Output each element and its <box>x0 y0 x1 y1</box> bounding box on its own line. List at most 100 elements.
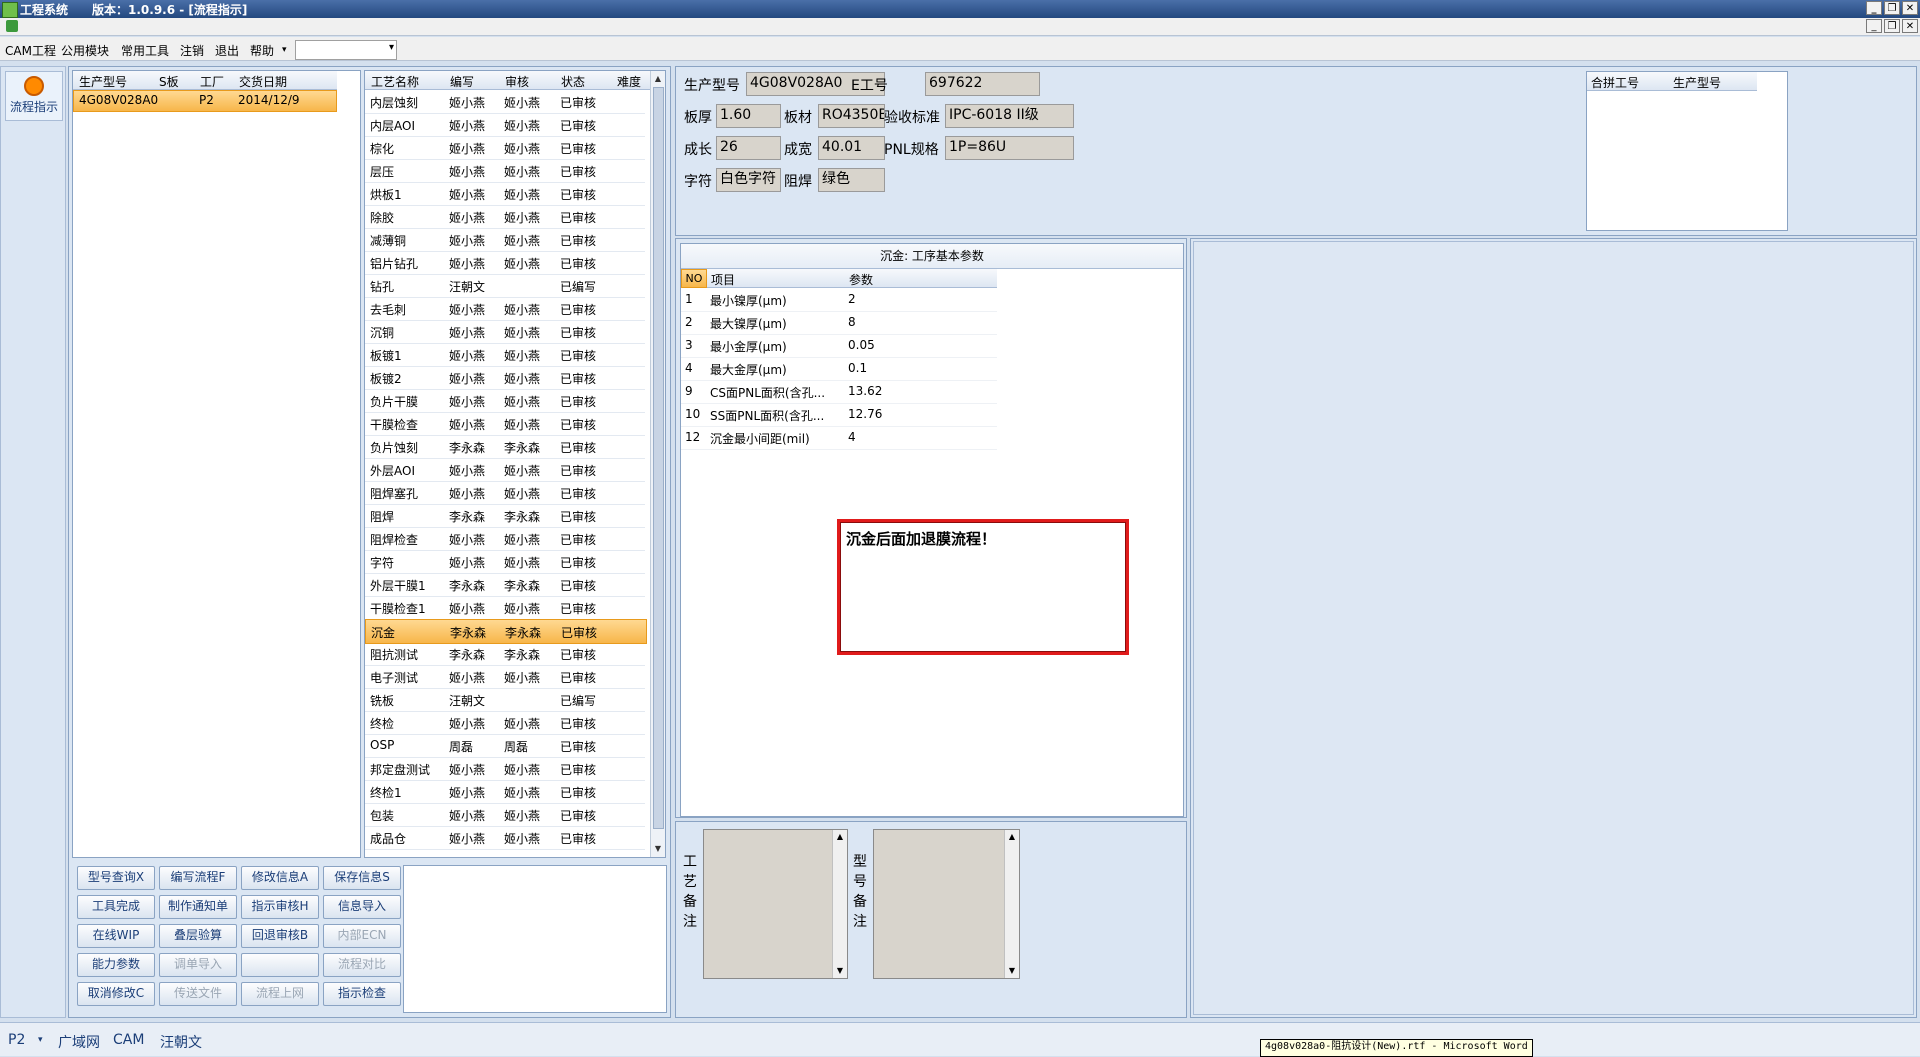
action-button[interactable]: 编写流程F <box>159 866 237 890</box>
process-row[interactable]: 终检 姬小燕 姬小燕 已审核 <box>365 711 645 735</box>
process-row[interactable]: 外层干膜1 李永森 李永森 已审核 <box>365 573 645 597</box>
process-row[interactable]: 邦定盘测试 姬小燕 姬小燕 已审核 <box>365 757 645 781</box>
menu-exit[interactable]: 退出 <box>215 42 239 59</box>
message-box[interactable] <box>403 865 667 1013</box>
scroll-up-icon[interactable]: ▲ <box>652 73 664 85</box>
menu-combo[interactable] <box>295 40 397 60</box>
scroll-up-icon[interactable]: ▲ <box>1006 831 1018 843</box>
action-button[interactable]: 传送文件 <box>159 982 237 1006</box>
process-row[interactable]: 干膜检查1 姬小燕 姬小燕 已审核 <box>365 596 645 620</box>
site-dropdown-icon[interactable]: ▾ <box>38 1035 43 1045</box>
process-row[interactable]: 沉铜 姬小燕 姬小燕 已审核 <box>365 320 645 344</box>
param-row[interactable]: 9 CS面PNL面积(含孔... 13.62 <box>681 380 997 404</box>
material-field[interactable]: RO4350B <box>818 104 885 128</box>
scroll-down-icon[interactable]: ▼ <box>1006 965 1018 977</box>
process-row[interactable]: 成品仓 姬小燕 姬小燕 已审核 <box>365 826 645 850</box>
action-button[interactable]: 工具完成 <box>77 895 155 919</box>
col-param[interactable]: 参数 <box>849 271 873 288</box>
action-button[interactable]: 信息导入 <box>323 895 401 919</box>
process-row[interactable]: 除胶 姬小燕 姬小燕 已审核 <box>365 205 645 229</box>
process-row[interactable]: 钻孔 汪朝文 已编写 <box>365 274 645 298</box>
process-row[interactable]: 阻抗测试 李永森 李永森 已审核 <box>365 642 645 666</box>
col-difficulty[interactable]: 难度 <box>617 73 641 90</box>
menu-logout[interactable]: 注销 <box>180 42 204 59</box>
process-row[interactable]: 沉金 李永森 李永森 已审核 <box>365 619 647 644</box>
col-no[interactable]: NO <box>681 269 707 288</box>
process-row[interactable]: 负片干膜 姬小燕 姬小燕 已审核 <box>365 389 645 413</box>
action-button[interactable]: 指示审核H <box>241 895 319 919</box>
process-row[interactable]: 包装 姬小燕 姬小燕 已审核 <box>365 803 645 827</box>
action-button[interactable]: 在线WIP <box>77 924 155 948</box>
action-button[interactable]: 流程上网 <box>241 982 319 1006</box>
process-row[interactable]: 棕化 姬小燕 姬小燕 已审核 <box>365 136 645 160</box>
col-writer[interactable]: 编写 <box>450 73 474 90</box>
thickness-field[interactable]: 1.60 <box>716 104 781 128</box>
close-button[interactable]: ✕ <box>1902 1 1918 15</box>
minimize-button[interactable]: _ <box>1866 1 1882 15</box>
standard-field[interactable]: IPC-6018 II级 <box>945 104 1074 128</box>
action-button[interactable]: 指示检查 <box>323 982 401 1006</box>
process-row[interactable]: OSP 周磊 周磊 已审核 <box>365 734 645 758</box>
process-row[interactable]: 外层AOI 姬小燕 姬小燕 已审核 <box>365 458 645 482</box>
param-row[interactable]: 10 SS面PNL面积(含孔... 12.76 <box>681 403 997 427</box>
process-row[interactable]: 电子测试 姬小燕 姬小燕 已审核 <box>365 665 645 689</box>
action-button[interactable]: 能力参数 <box>77 953 155 977</box>
silk-field[interactable]: 白色字符 <box>716 168 781 192</box>
action-button[interactable]: 取消修改C <box>77 982 155 1006</box>
col-status[interactable]: 状态 <box>561 73 585 90</box>
model-remark-scrollbar[interactable]: ▲ ▼ <box>1004 830 1019 978</box>
process-row[interactable]: 内层蚀刻 姬小燕 姬小燕 已审核 <box>365 90 645 114</box>
process-remark-field[interactable]: ▲ ▼ <box>703 829 848 979</box>
process-row[interactable]: 板镀1 姬小燕 姬小燕 已审核 <box>365 343 645 367</box>
child-close-button[interactable]: ✕ <box>1902 19 1918 33</box>
mask-field[interactable]: 绿色 <box>818 168 885 192</box>
process-row[interactable]: 干膜检查 姬小燕 姬小燕 已审核 <box>365 412 645 436</box>
job-row[interactable]: 4G08V028A0 P2 2014/12/9 <box>73 90 337 112</box>
process-row[interactable]: 阻焊塞孔 姬小燕 姬小燕 已审核 <box>365 481 645 505</box>
menu-help[interactable]: 帮助 <box>250 42 274 59</box>
col-reviewer[interactable]: 审核 <box>505 73 529 90</box>
col-merge-model[interactable]: 生产型号 <box>1673 74 1721 91</box>
col-model[interactable]: 生产型号 <box>79 73 127 90</box>
param-row[interactable]: 3 最小金厚(μm) 0.05 <box>681 334 997 358</box>
process-scrollbar[interactable]: ▲ ▼ <box>650 71 665 857</box>
eno-field[interactable]: 697622 <box>925 72 1040 96</box>
action-button[interactable] <box>241 953 319 977</box>
child-restore-button[interactable]: ❐ <box>1884 19 1900 33</box>
menu-cam[interactable]: CAM工程 <box>5 42 56 59</box>
col-process[interactable]: 工艺名称 <box>371 73 419 90</box>
process-row[interactable]: 层压 姬小燕 姬小燕 已审核 <box>365 159 645 183</box>
action-button[interactable]: 内部ECN <box>323 924 401 948</box>
process-row[interactable]: 烘板1 姬小燕 姬小燕 已审核 <box>365 182 645 206</box>
action-button[interactable]: 修改信息A <box>241 866 319 890</box>
action-button[interactable]: 保存信息S <box>323 866 401 890</box>
scroll-down-icon[interactable]: ▼ <box>834 965 846 977</box>
param-row[interactable]: 4 最大金厚(μm) 0.1 <box>681 357 997 381</box>
process-row[interactable]: 内层AOI 姬小燕 姬小燕 已审核 <box>365 113 645 137</box>
process-row[interactable]: 板镀2 姬小燕 姬小燕 已审核 <box>365 366 645 390</box>
process-remark-scrollbar[interactable]: ▲ ▼ <box>832 830 847 978</box>
col-s[interactable]: S板 <box>159 73 179 90</box>
process-row[interactable]: 去毛刺 姬小燕 姬小燕 已审核 <box>365 297 645 321</box>
col-date[interactable]: 交货日期 <box>239 73 287 90</box>
param-row[interactable]: 2 最大镍厚(μm) 8 <box>681 311 997 335</box>
help-dropdown-icon[interactable]: ▾ <box>282 45 287 55</box>
action-button[interactable]: 制作通知单 <box>159 895 237 919</box>
process-row[interactable]: 字符 姬小燕 姬小燕 已审核 <box>365 550 645 574</box>
process-row[interactable]: 阻焊 李永森 李永森 已审核 <box>365 504 645 528</box>
width-field[interactable]: 40.01 <box>818 136 885 160</box>
action-button[interactable]: 叠层验算 <box>159 924 237 948</box>
site-selector[interactable]: P2 <box>8 1032 25 1048</box>
scroll-up-icon[interactable]: ▲ <box>834 831 846 843</box>
col-factory[interactable]: 工厂 <box>200 73 224 90</box>
child-minimize-button[interactable]: _ <box>1866 19 1882 33</box>
process-row[interactable]: 减薄铜 姬小燕 姬小燕 已审核 <box>365 228 645 252</box>
scroll-down-icon[interactable]: ▼ <box>652 843 664 855</box>
process-row[interactable]: 终检1 姬小燕 姬小燕 已审核 <box>365 780 645 804</box>
col-item[interactable]: 项目 <box>711 271 735 288</box>
model-remark-field[interactable]: ▲ ▼ <box>873 829 1020 979</box>
length-field[interactable]: 26 <box>716 136 781 160</box>
process-row[interactable]: 负片蚀刻 李永森 李永森 已审核 <box>365 435 645 459</box>
pnl-field[interactable]: 1P=86U <box>945 136 1074 160</box>
action-button[interactable]: 调单导入 <box>159 953 237 977</box>
